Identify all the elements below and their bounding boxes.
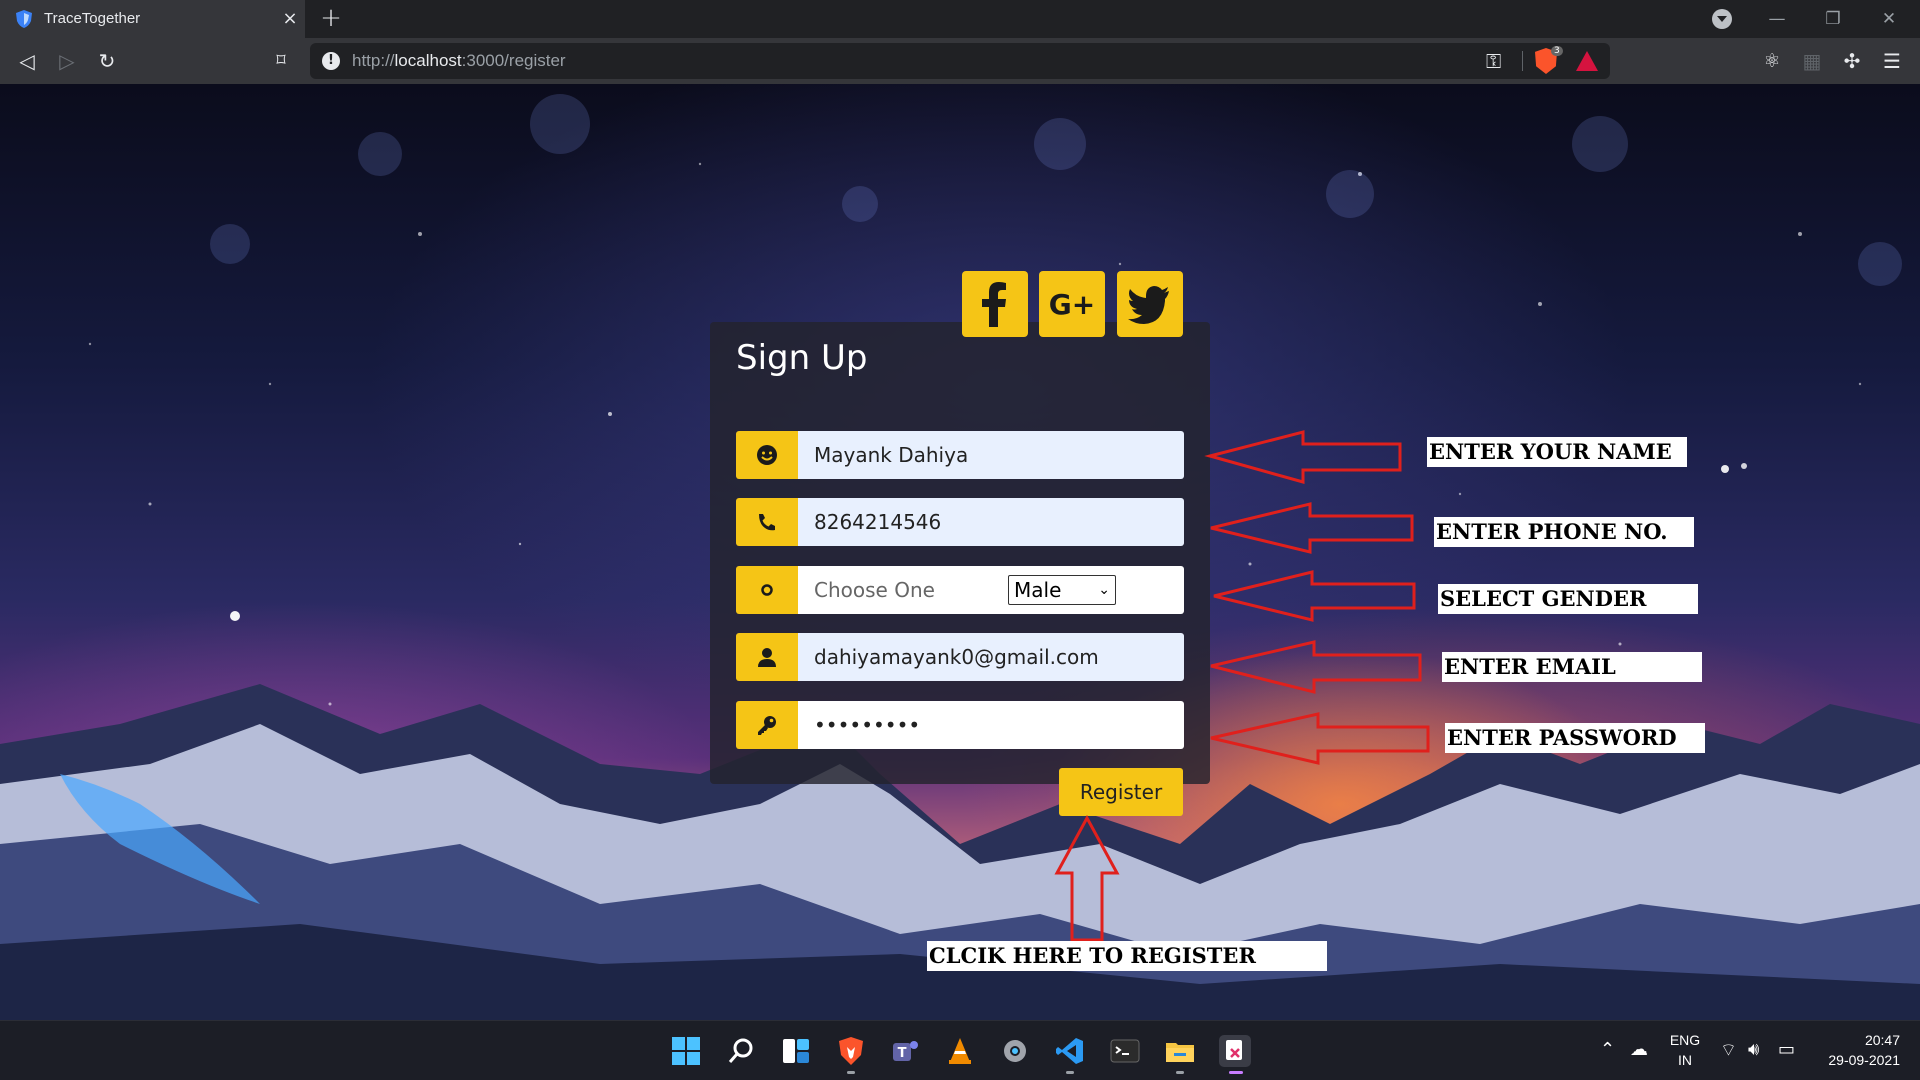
key-icon[interactable]: ⚿ [1486,49,1501,73]
svg-text:G+: G+ [1049,288,1095,321]
gender-selected-value: Male [1014,578,1062,602]
react-devtools-icon[interactable]: ⚛ [1757,46,1787,76]
clock-time[interactable]: 20:47 [1810,1032,1900,1048]
vscode-icon[interactable] [1054,1035,1086,1067]
browser-titlebar: TraceTogether × + — ❐ ✕ [0,0,1920,38]
snipping-tool-icon[interactable] [1219,1035,1251,1067]
page-title: Sign Up [736,338,868,378]
language-indicator[interactable]: ENG [1665,1032,1705,1048]
gender-icon-box [736,566,798,614]
toolbar-divider [1522,51,1523,71]
password-icon-box [736,701,798,749]
phone-row: 8264214546 [736,498,1184,546]
battery-icon[interactable]: ▭ [1778,1039,1795,1060]
facebook-button[interactable] [962,271,1028,337]
region-indicator[interactable]: IN [1665,1052,1705,1068]
site-info-icon[interactable]: ! [322,52,340,70]
close-window-button[interactable]: ✕ [1867,4,1911,34]
windows-taskbar: T ⌃ ☁ ENG IN ⌔ 🔊︎ ▭ 20:47 29-09-2021 [0,1020,1920,1080]
running-indicator [1066,1071,1074,1074]
circle-icon [761,584,773,596]
chevron-down-icon: ⌄ [1098,582,1110,598]
phone-input[interactable]: 8264214546 [798,498,1184,546]
reload-icon[interactable]: ↻ [92,46,122,76]
register-button[interactable]: Register [1059,768,1183,816]
phone-icon-box [736,498,798,546]
shields-count-badge: 3 [1551,46,1563,56]
annotation-register: Clcik here to register [927,941,1327,971]
running-indicator [847,1071,855,1074]
start-icon[interactable] [670,1035,702,1067]
back-icon[interactable]: ◁ [12,46,42,76]
gender-label: Choose One [814,578,935,602]
browser-toolbar: ◁ ▷ ↻ ⌑ ! http://localhost:3000/register… [0,38,1920,84]
minimize-button[interactable]: — [1755,4,1799,34]
annotation-password: Enter password [1445,723,1705,753]
email-icon-box [736,633,798,681]
user-icon [758,648,776,667]
gender-row: Choose One Male ⌄ [736,566,1184,614]
google-plus-button[interactable]: G+ [1039,271,1105,337]
brave-rewards-icon[interactable] [1576,51,1598,71]
url-text[interactable]: http://localhost:3000/register [352,51,566,71]
bookmark-icon[interactable]: ⌑ [266,46,296,76]
annotation-name: Enter your name [1427,437,1687,467]
tab-close-button[interactable]: × [280,8,300,29]
phone-icon [759,514,775,531]
google-plus-icon: G+ [1049,288,1095,321]
name-row: Mayank Dahiya [736,431,1184,479]
email-input[interactable]: dahiyamayank0@gmail.com [798,633,1184,681]
svg-text:T: T [898,1046,907,1061]
password-row: ••••••••• [736,701,1184,749]
widgets-icon[interactable] [780,1035,812,1067]
running-indicator [1176,1071,1184,1074]
teams-icon[interactable]: T [889,1035,921,1067]
extensions-puzzle-icon[interactable]: ✣ [1837,46,1867,76]
address-bar[interactable]: ! http://localhost:3000/register ⚿ 3 [310,43,1610,79]
facebook-icon [982,282,1006,327]
settings-icon[interactable] [999,1035,1031,1067]
gender-field: Choose One Male ⌄ [798,566,1184,614]
brave-browser-icon[interactable] [835,1035,867,1067]
vlc-icon[interactable] [944,1035,976,1067]
terminal-icon[interactable] [1109,1035,1141,1067]
twitter-button[interactable] [1117,271,1183,337]
email-row: dahiyamayank0@gmail.com [736,633,1184,681]
tab-title: TraceTogether [44,10,141,27]
file-explorer-icon[interactable] [1164,1035,1196,1067]
volume-icon[interactable]: 🔊︎ [1748,1039,1759,1060]
restore-button[interactable]: ❐ [1811,4,1855,34]
extension-icon[interactable]: ▦ [1797,46,1827,76]
name-icon-box [736,431,798,479]
twitter-icon [1128,286,1169,324]
annotation-gender: Select gender [1438,584,1698,614]
browser-tab[interactable]: TraceTogether × [0,0,305,38]
chevron-up-icon[interactable]: ⌃ [1600,1039,1615,1060]
new-tab-button[interactable]: + [318,3,344,33]
active-indicator [1229,1071,1243,1074]
menu-icon[interactable]: ☰ [1877,46,1907,76]
search-icon[interactable] [725,1035,757,1067]
annotation-phone: Enter phone no. [1434,517,1694,547]
smile-icon [757,445,777,465]
annotation-email: Enter email [1442,652,1702,682]
name-input[interactable]: Mayank Dahiya [798,431,1184,479]
forward-icon[interactable]: ▷ [52,46,82,76]
key-icon [758,716,776,735]
tab-search-icon[interactable] [1712,9,1732,29]
gender-select[interactable]: Male ⌄ [1008,575,1116,605]
wifi-icon[interactable]: ⌔ [1720,1039,1737,1062]
shield-icon [16,10,32,28]
clock-date[interactable]: 29-09-2021 [1810,1052,1900,1068]
onedrive-icon[interactable]: ☁ [1630,1039,1648,1060]
password-input[interactable]: ••••••••• [798,701,1184,749]
